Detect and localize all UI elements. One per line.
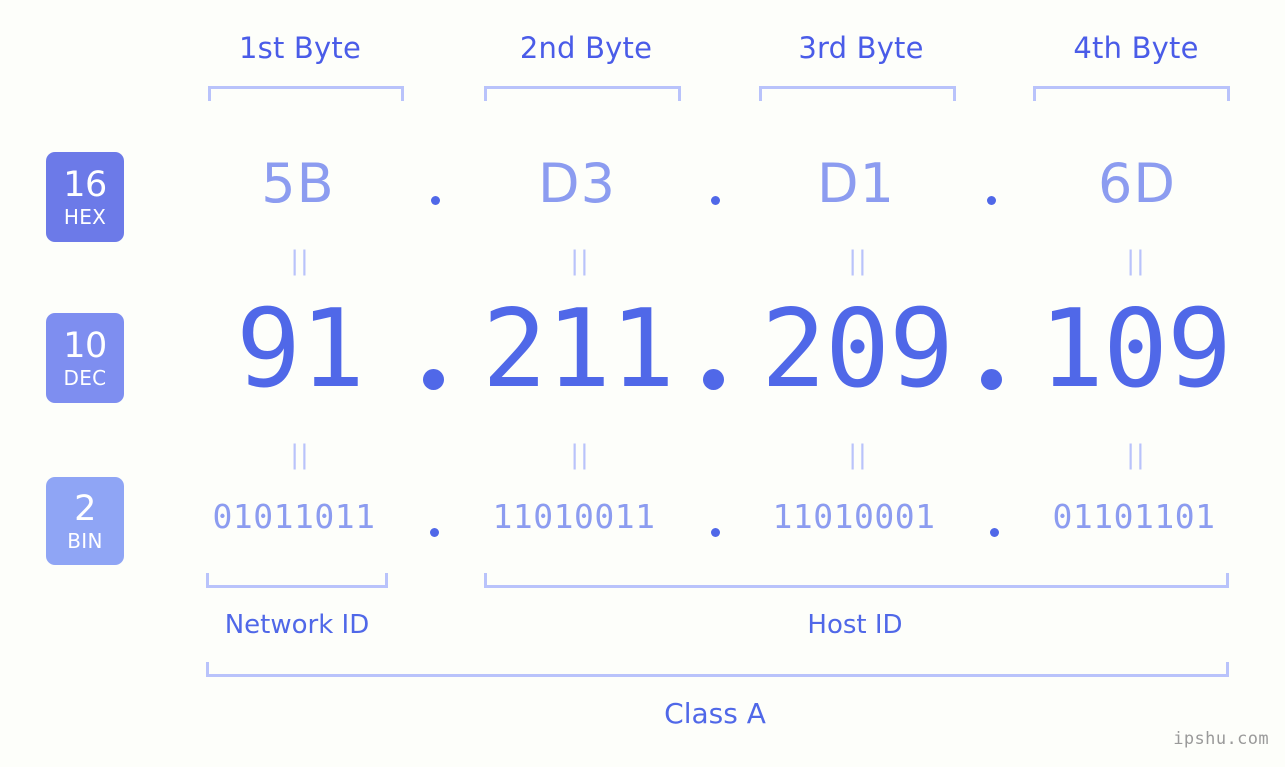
- byte-bracket-2: [484, 86, 681, 101]
- bin-separator-dot-2: [711, 528, 720, 537]
- byte-bracket-1: [208, 86, 404, 101]
- hex-separator-dot-2: [711, 196, 720, 205]
- byte-label-1: 1st Byte: [238, 31, 362, 65]
- bin-byte-2: 11010011: [492, 497, 656, 536]
- dec-byte-3: 209: [760, 287, 954, 412]
- equality-mark-dec-bin-2: ||: [570, 440, 590, 470]
- class-label: Class A: [664, 697, 766, 730]
- hex-separator-dot-3: [987, 196, 996, 205]
- class-bracket: [206, 662, 1229, 677]
- base-badge-hex-number: 16: [63, 164, 107, 205]
- byte-bracket-3: [759, 86, 956, 101]
- byte-bracket-4: [1033, 86, 1230, 101]
- base-badge-bin-number: 2: [74, 488, 96, 529]
- hex-byte-4: 6D: [1098, 152, 1176, 215]
- base-badge-dec: 10 DEC: [46, 313, 124, 403]
- dec-separator-dot-1: [423, 369, 444, 390]
- base-badge-dec-number: 10: [63, 325, 107, 366]
- hex-separator-dot-1: [431, 196, 440, 205]
- equality-mark-hex-dec-1: ||: [290, 246, 310, 276]
- byte-label-4: 4th Byte: [1073, 31, 1199, 65]
- equality-mark-hex-dec-3: ||: [848, 246, 868, 276]
- dec-separator-dot-3: [981, 369, 1002, 390]
- equality-mark-hex-dec-2: ||: [570, 246, 590, 276]
- equality-mark-dec-bin-3: ||: [848, 440, 868, 470]
- equality-mark-dec-bin-1: ||: [290, 440, 310, 470]
- equality-mark-hex-dec-4: ||: [1126, 246, 1146, 276]
- host-id-bracket: [484, 573, 1229, 588]
- site-watermark: ipshu.com: [1173, 729, 1269, 749]
- bin-separator-dot-3: [990, 528, 999, 537]
- dec-byte-2: 211: [481, 287, 675, 412]
- equality-mark-dec-bin-4: ||: [1126, 440, 1146, 470]
- base-badge-bin: 2 BIN: [46, 477, 124, 565]
- dec-byte-4: 109: [1038, 287, 1232, 412]
- hex-byte-2: D3: [538, 152, 616, 215]
- host-id-label: Host ID: [807, 610, 903, 640]
- base-badge-hex-tag: HEX: [63, 204, 107, 229]
- base-badge-bin-tag: BIN: [67, 528, 103, 553]
- base-badge-dec-tag: DEC: [63, 365, 107, 390]
- hex-byte-3: D1: [817, 152, 895, 215]
- bin-byte-1: 01011011: [212, 497, 376, 536]
- bin-separator-dot-1: [430, 528, 439, 537]
- base-badge-hex: 16 HEX: [46, 152, 124, 242]
- hex-byte-1: 5B: [261, 152, 335, 215]
- byte-label-2: 2nd Byte: [519, 31, 653, 65]
- bin-byte-4: 01101101: [1052, 497, 1216, 536]
- dec-byte-1: 91: [235, 287, 365, 412]
- network-id-bracket: [206, 573, 388, 588]
- network-id-label: Network ID: [224, 610, 370, 640]
- bin-byte-3: 11010001: [772, 497, 936, 536]
- byte-label-3: 3rd Byte: [798, 31, 924, 65]
- ip-address-breakdown-diagram: 1st Byte 2nd Byte 3rd Byte 4th Byte 16 H…: [0, 0, 1285, 767]
- dec-separator-dot-2: [703, 369, 724, 390]
